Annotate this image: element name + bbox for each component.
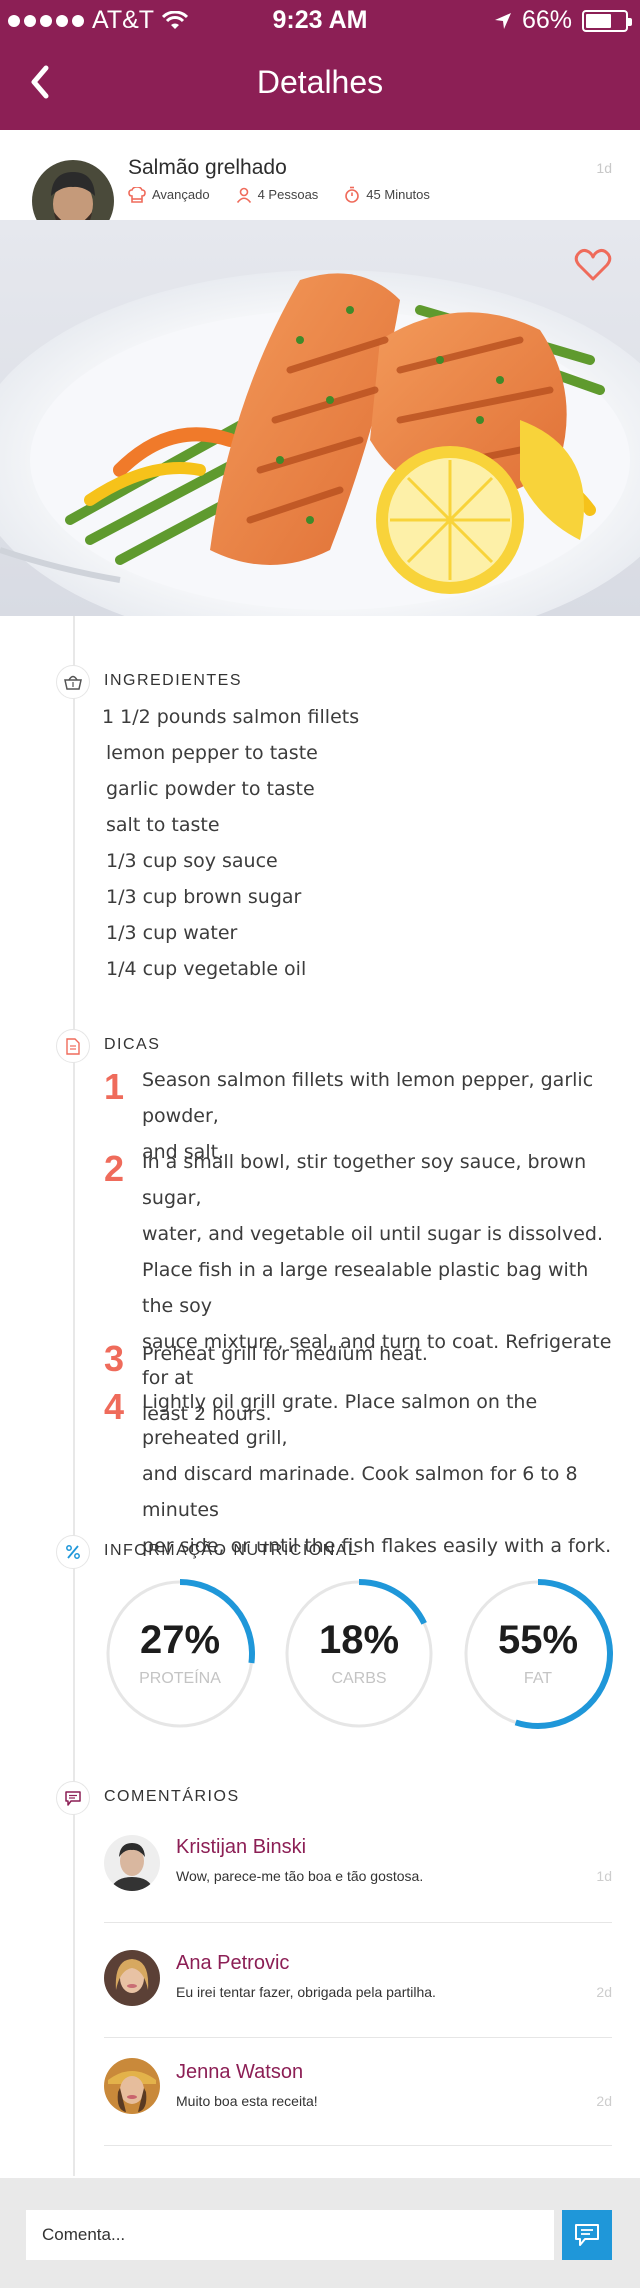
comment-text: Wow, parece-me tão boa e tão gostosa. [176,1868,424,1884]
nutrition-section-icon [56,1535,90,1569]
nutrition-label: PROTEÍNA [139,1670,221,1687]
recipe-photo [0,220,640,616]
heart-icon [574,248,612,281]
comment-divider [104,2145,612,2146]
recipe-meta: Avançado 4 Pessoas 45 Minutos [128,186,430,203]
ingredient-item: 1/3 cup brown sugar [106,886,302,908]
tips-heading: DICAS [104,1036,161,1053]
comment-text: Muito boa esta receita! [176,2093,318,2109]
location-arrow-icon [494,12,511,29]
chat-send-icon [575,2224,599,2246]
nutrition-gauge-carbs: 18% CARBS [283,1578,435,1730]
nutrition-value: 27% [139,1618,221,1662]
person-icon [236,187,251,203]
app-header: AT&T 9:23 AM 66% Detalhes [0,0,640,130]
send-comment-button[interactable] [562,2210,612,2260]
basket-icon [64,675,82,690]
comments-section-icon [56,1781,90,1815]
commenter-avatar[interactable] [104,1835,160,1891]
tips-section-icon [56,1029,90,1063]
ingredient-item: salt to taste [106,814,220,836]
step-number: 2 [104,1148,125,1189]
ingredient-item: 1/3 cup soy sauce [106,850,278,872]
percent-icon [66,1545,80,1559]
step-line: and discard marinade. Cook salmon for 6 … [142,1463,578,1521]
nutrition-gauge-protein: 27% PROTEÍNA [104,1578,256,1730]
step-line: In a small bowl, stir together soy sauce… [142,1151,587,1209]
comment-age: 1d [596,1868,612,1884]
step-number: 3 [104,1338,125,1379]
nutrition-heading: INFORMAÇÃO NUTRICIONAL [104,1542,359,1559]
step-number: 1 [104,1066,125,1107]
servings-info: 4 Pessoas [236,186,319,203]
battery-icon [582,9,632,32]
document-icon [66,1037,80,1055]
recipe-title: Salmão grelhado [128,156,287,179]
comment-divider [104,2037,612,2038]
timeline-line [73,616,75,2176]
commenter-name[interactable]: Ana Petrovic [176,1952,289,1975]
commenter-name[interactable]: Jenna Watson [176,2061,303,2084]
nutrition-value: 18% [318,1618,400,1662]
commenter-avatar[interactable] [104,2058,160,2114]
page-title: Detalhes [256,64,384,100]
post-header: Salmão grelhado Avançado 4 Pessoas 45 Mi… [0,130,640,242]
step-line: water, and vegetable oil until sugar is … [142,1223,603,1245]
commenter-avatar[interactable] [104,1950,160,2006]
comment-input[interactable] [26,2210,554,2260]
comment-composer [0,2178,640,2288]
comments-heading: COMENTÁRIOS [104,1788,240,1805]
ingredient-item: garlic powder to taste [106,778,315,800]
ingredient-item: 1/4 cup vegetable oil [106,958,307,980]
comment-divider [104,1922,612,1923]
post-age: 1d [596,160,612,176]
step-line: Preheat grill for medium heat. [142,1343,428,1365]
ingredient-item: 1/3 cup water [106,922,238,944]
stopwatch-icon [345,186,360,203]
difficulty-label: Avançado [152,187,210,202]
comment-text: Eu irei tentar fazer, obrigada pela part… [176,1984,436,2000]
nav-bar: Detalhes [0,56,640,116]
status-bar: AT&T 9:23 AM 66% [0,0,640,40]
duration-label: 45 Minutos [366,187,430,202]
speech-bubble-icon [65,1790,81,1806]
step-number: 4 [104,1386,125,1427]
ingredient-item: 1 1/2 pounds salmon fillets [102,706,360,728]
ingredients-section-icon [56,665,90,699]
step-text: Preheat grill for medium heat. [142,1336,620,1372]
nutrition-gauge-fat: 55% FAT [462,1578,614,1730]
comment-age: 2d [596,1984,612,2000]
ingredient-item: lemon pepper to taste [106,742,318,764]
difficulty-info: Avançado [128,186,210,203]
nutrition-value: 55% [497,1618,579,1662]
chef-hat-icon [128,186,146,203]
step-text: Lightly oil grill grate. Place salmon on… [142,1384,620,1564]
comment-age: 2d [596,2093,612,2109]
battery-percent: 66% [521,6,572,34]
servings-label: 4 Pessoas [257,187,319,202]
ingredients-heading: INGREDIENTES [104,672,243,689]
nutrition-label: FAT [523,1670,553,1687]
commenter-name[interactable]: Kristijan Binski [176,1836,306,1859]
status-right: 66% [494,6,632,35]
salmon-dish-image [0,220,640,616]
nutrition-label: CARBS [331,1670,387,1687]
step-line: Season salmon fillets with lemon pepper,… [142,1069,594,1127]
favorite-button[interactable] [574,248,612,282]
duration-info: 45 Minutos [344,186,430,203]
step-line: Place fish in a large resealable plastic… [142,1259,589,1317]
step-line: Lightly oil grill grate. Place salmon on… [142,1391,538,1449]
